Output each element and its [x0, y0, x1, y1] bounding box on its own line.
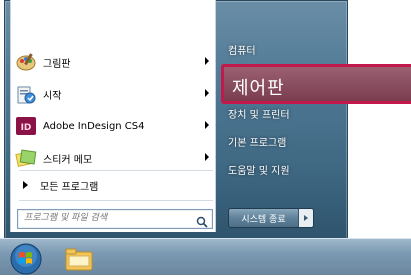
right-item-label: 제어판: [232, 78, 285, 99]
sticky-notes-icon: [15, 147, 37, 169]
taskbar: [0, 238, 411, 275]
start-item-label: Adobe InDesign CS4: [43, 120, 145, 132]
svg-text:ID: ID: [21, 123, 32, 133]
indesign-icon: ID: [15, 115, 37, 137]
expand-arrow-icon: [23, 181, 28, 189]
right-item-control-panel[interactable]: 제어판: [221, 64, 411, 104]
submenu-arrow-icon[interactable]: [205, 57, 209, 65]
all-programs-button[interactable]: 모든 프로그램: [15, 174, 215, 196]
right-item-default-programs[interactable]: 기본 프로그램: [228, 134, 286, 149]
search-box[interactable]: [17, 209, 213, 229]
right-item-computer[interactable]: 컴퓨터: [228, 42, 256, 57]
submenu-arrow-icon[interactable]: [205, 153, 209, 161]
search-input[interactable]: [24, 211, 184, 225]
shutdown-options-arrow-icon[interactable]: [299, 209, 313, 227]
submenu-arrow-icon[interactable]: [205, 121, 209, 129]
start-item-indesign[interactable]: ID Adobe InDesign CS4: [15, 112, 215, 140]
start-item-get-started[interactable]: 시작: [15, 80, 215, 108]
start-item-sticky-notes[interactable]: 스티커 메모: [15, 144, 215, 172]
shutdown-button[interactable]: 시스템 종료: [228, 208, 314, 228]
shutdown-label[interactable]: 시스템 종료: [229, 209, 299, 227]
submenu-arrow-icon[interactable]: [205, 89, 209, 97]
all-programs-label: 모든 프로그램: [40, 181, 99, 193]
start-item-label: 스티커 메모: [43, 154, 93, 166]
get-started-icon: [15, 83, 37, 105]
file-explorer-icon[interactable]: [64, 246, 94, 272]
start-item-paint[interactable]: 그림판: [15, 48, 215, 76]
start-item-label: 그림판: [43, 58, 71, 70]
divider: [19, 200, 213, 201]
start-item-label: 시작: [43, 90, 62, 102]
divider: [19, 170, 213, 171]
right-item-help-support[interactable]: 도움말 및 지원: [228, 162, 290, 177]
windows-orb-icon[interactable]: [10, 243, 42, 275]
right-item-devices-printers[interactable]: 장치 및 프린터: [228, 106, 290, 121]
paint-icon: [15, 51, 37, 73]
start-menu-left-pane: 그림판 시작 ID Adobe InDesign CS4 스티커 메모 모든 프…: [10, 0, 216, 232]
search-icon[interactable]: [196, 213, 208, 228]
